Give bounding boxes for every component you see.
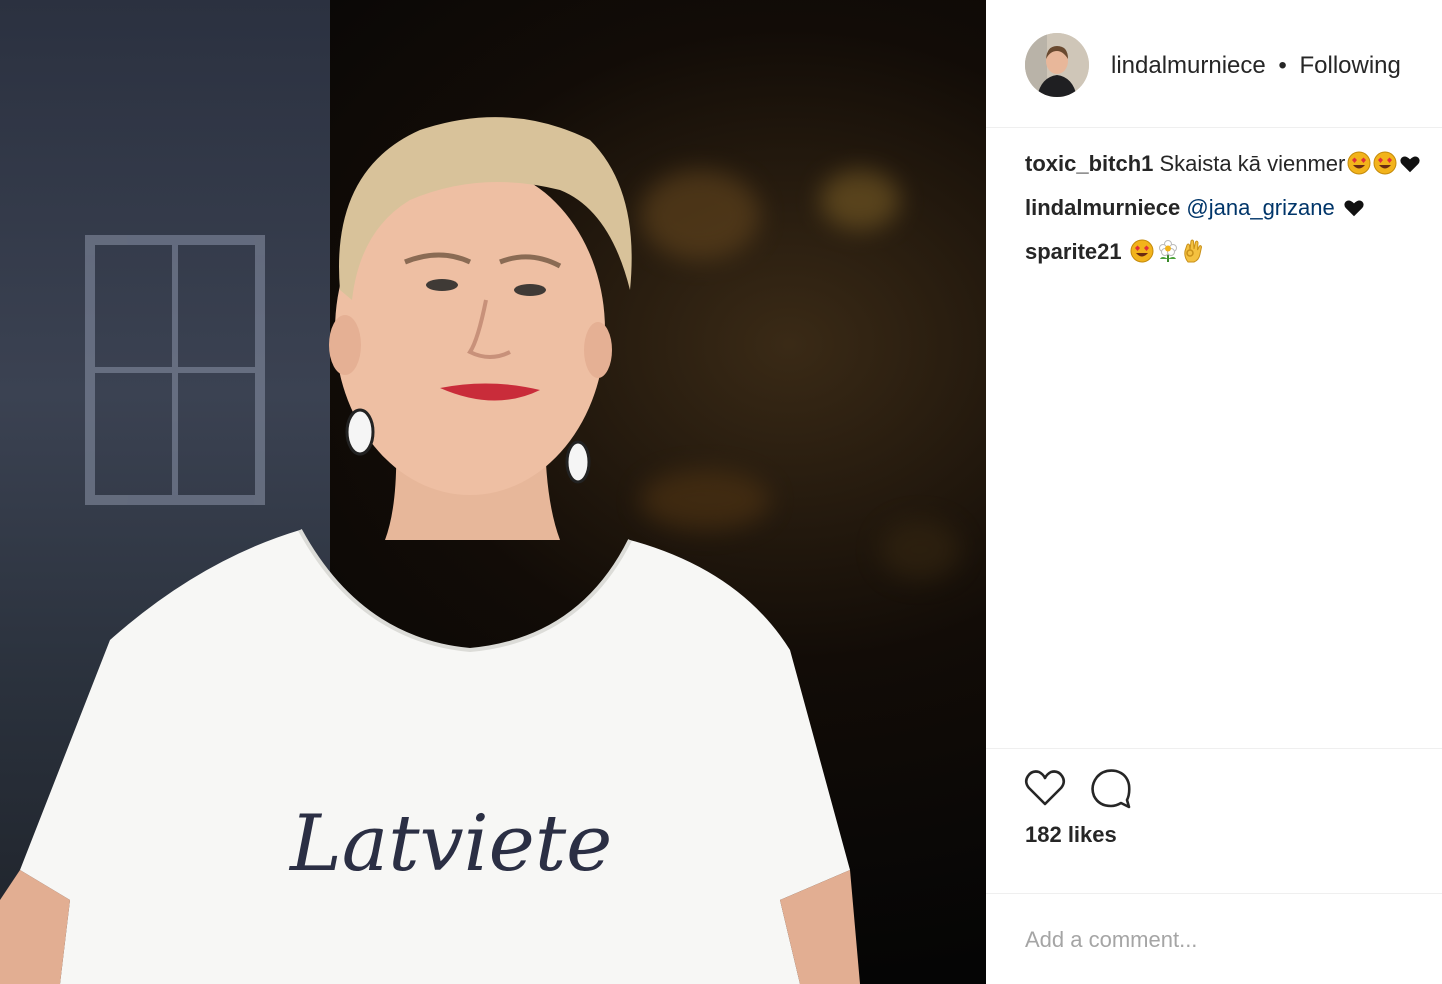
header-separator: •	[1278, 52, 1287, 79]
black-heart-emoji-icon	[1343, 197, 1365, 226]
window-frame	[85, 235, 265, 505]
add-comment-input[interactable]	[1025, 922, 1425, 958]
ok-hand-emoji-icon	[1182, 239, 1204, 270]
likes-count[interactable]: 182 likes	[1025, 822, 1117, 848]
heart-eyes-emoji-icon	[1130, 239, 1154, 270]
comment-username[interactable]: lindalmurniece	[1025, 195, 1180, 220]
post-author-username[interactable]: lindalmurniece	[1111, 52, 1266, 79]
heart-eyes-emoji-icon	[1347, 151, 1371, 182]
person-illustration: Latviete	[0, 117, 860, 984]
heart-icon[interactable]	[1023, 766, 1067, 810]
flower-emoji-icon	[1156, 239, 1180, 270]
comment-username[interactable]: toxic_bitch1	[1025, 151, 1153, 176]
action-bar	[1023, 766, 1151, 810]
comments-list: toxic_bitch1 Skaista kā vienmer lindalmu…	[1025, 150, 1425, 282]
comment-icon[interactable]	[1089, 766, 1133, 810]
comment-item: sparite21	[1025, 238, 1425, 270]
divider	[986, 748, 1442, 749]
post-sidebar: lindalmurniece • Following toxic_bitch1 …	[986, 0, 1442, 984]
post-header: lindalmurniece • Following	[986, 0, 1442, 128]
avatar[interactable]	[1025, 33, 1089, 97]
comment-item: lindalmurniece @jana_grizane	[1025, 194, 1425, 226]
comment-mention-link[interactable]: @jana_grizane	[1186, 195, 1334, 220]
shirt-lettering: Latviete	[288, 799, 612, 889]
black-heart-emoji-icon	[1399, 153, 1421, 182]
heart-eyes-emoji-icon	[1373, 151, 1397, 182]
comment-text: Skaista kā vienmer	[1159, 151, 1346, 176]
header-line: lindalmurniece • Following	[1111, 52, 1401, 80]
comment-item: toxic_bitch1 Skaista kā vienmer	[1025, 150, 1425, 182]
post-photo[interactable]: Latviete	[0, 0, 986, 984]
divider	[986, 893, 1442, 894]
following-button[interactable]: Following	[1300, 52, 1401, 79]
comment-username[interactable]: sparite21	[1025, 239, 1122, 264]
